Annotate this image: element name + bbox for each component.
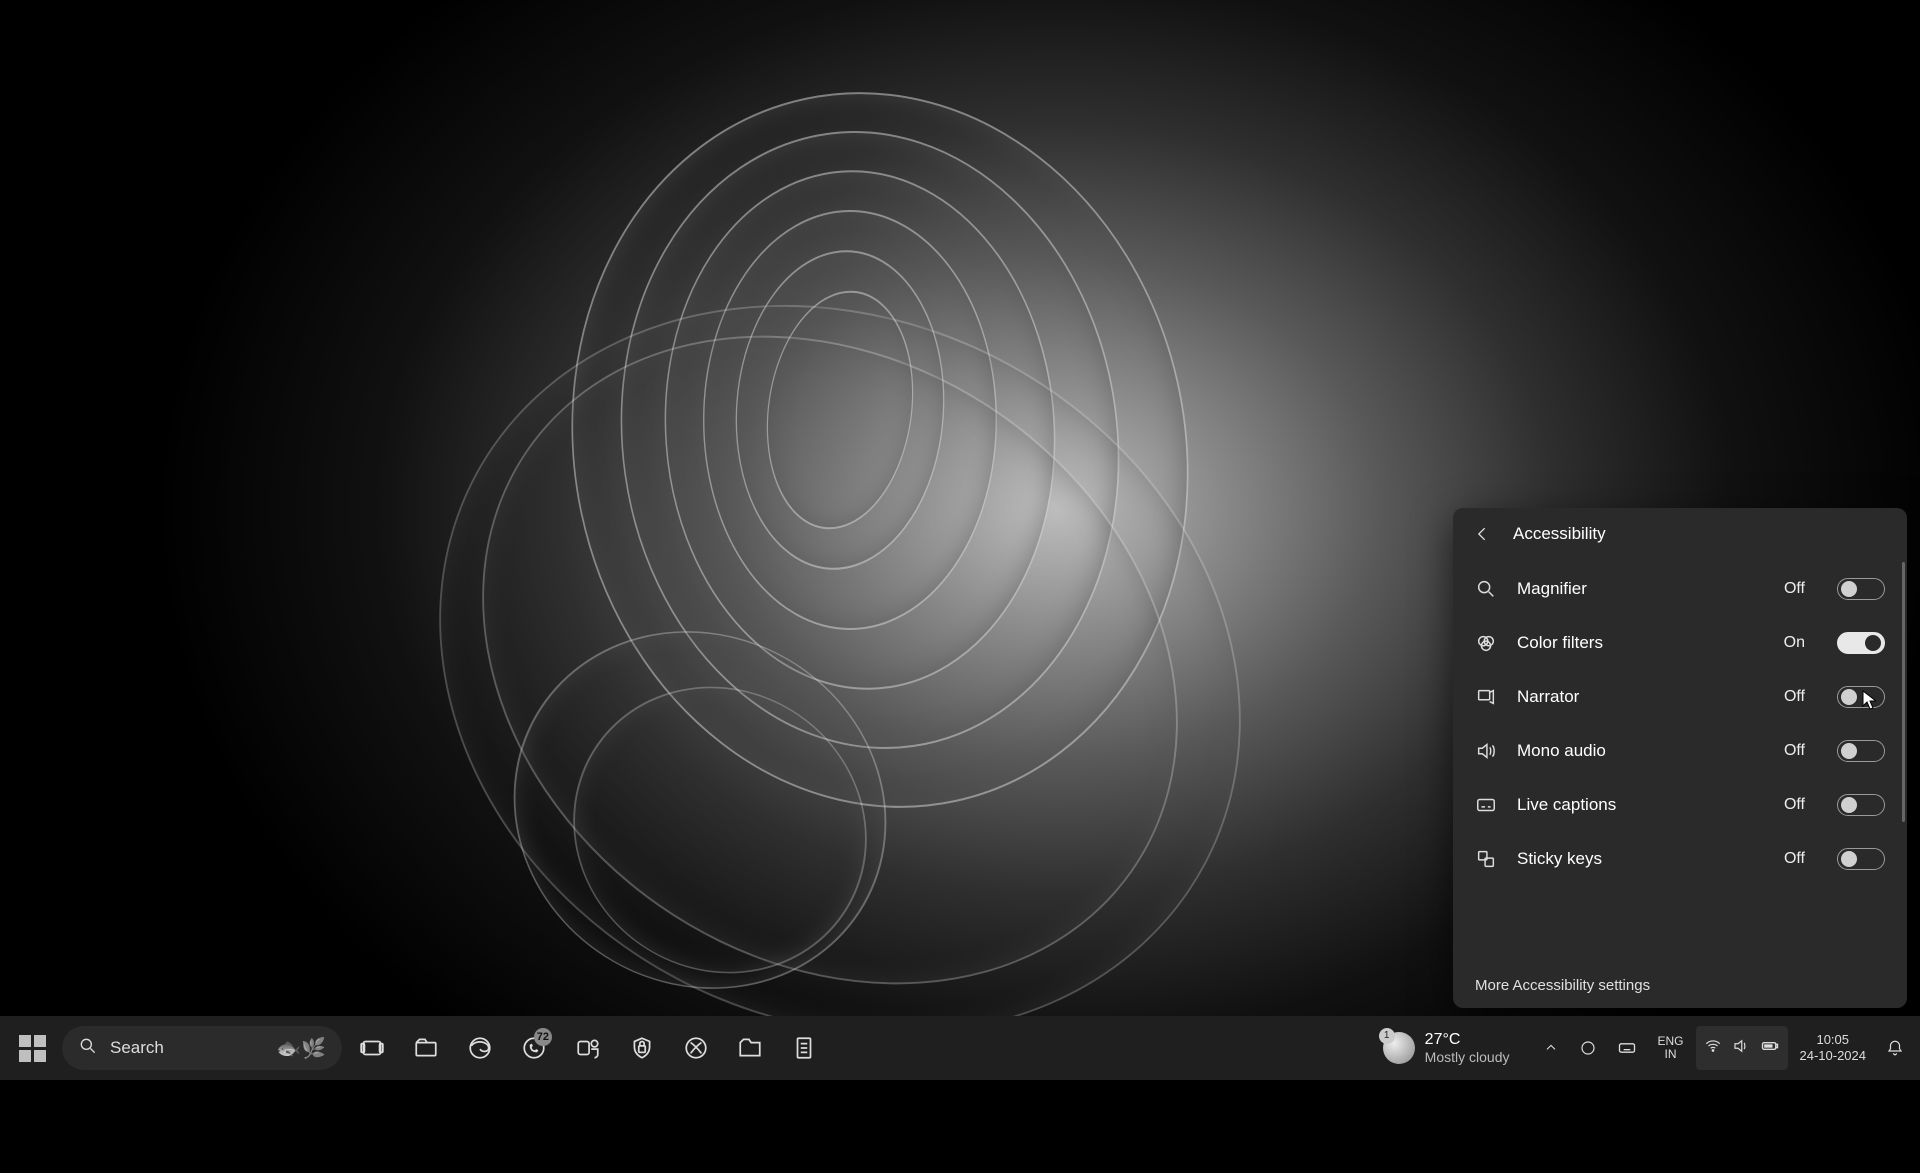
- pinned-app-explorer[interactable]: [402, 1024, 450, 1072]
- weather-icon: 1: [1383, 1032, 1415, 1064]
- row-label: Narrator: [1517, 687, 1764, 707]
- lang-bottom: IN: [1664, 1048, 1676, 1061]
- windows-logo-icon: [19, 1035, 46, 1062]
- toggle-magnifier[interactable]: [1837, 578, 1885, 600]
- row-sticky-keys: Sticky keys Off: [1453, 832, 1907, 886]
- row-state: Off: [1784, 850, 1805, 868]
- flyout-scrollbar[interactable]: [1902, 562, 1905, 822]
- weather-widget[interactable]: 1 27°C Mostly cloudy: [1369, 1031, 1524, 1065]
- task-view-button[interactable]: [348, 1024, 396, 1072]
- tray-app-icon[interactable]: [1571, 1026, 1605, 1070]
- weather-badge: 1: [1379, 1028, 1395, 1044]
- search-decoration-icon: 🐟🌿: [276, 1036, 326, 1061]
- magnifier-icon: [1475, 578, 1497, 600]
- more-accessibility-link[interactable]: More Accessibility settings: [1475, 977, 1650, 994]
- row-label: Mono audio: [1517, 741, 1764, 761]
- monoaudio-icon: [1475, 740, 1497, 762]
- row-label: Magnifier: [1517, 579, 1764, 599]
- volume-icon: [1732, 1037, 1750, 1060]
- battery-icon: [1760, 1036, 1780, 1061]
- row-label: Live captions: [1517, 795, 1764, 815]
- pinned-app-xbox[interactable]: [672, 1024, 720, 1072]
- row-color-filters: Color filters On: [1453, 616, 1907, 670]
- colorfilter-icon: [1475, 632, 1497, 654]
- toggle-color-filters[interactable]: [1837, 632, 1885, 654]
- row-state: Off: [1784, 796, 1805, 814]
- accessibility-flyout: Accessibility Magnifier Off Color filter…: [1453, 508, 1907, 1008]
- tray-overflow-button[interactable]: [1535, 1026, 1567, 1070]
- tray-keyboard-icon[interactable]: [1609, 1026, 1645, 1070]
- search-placeholder: Search: [110, 1038, 164, 1058]
- clock-date: 24-10-2024: [1800, 1048, 1867, 1064]
- pinned-app-security[interactable]: [618, 1024, 666, 1072]
- back-button[interactable]: [1471, 522, 1495, 546]
- row-state: On: [1784, 634, 1805, 652]
- row-state: Off: [1784, 742, 1805, 760]
- flyout-title: Accessibility: [1513, 524, 1606, 544]
- row-state: Off: [1784, 688, 1805, 706]
- row-magnifier: Magnifier Off: [1453, 562, 1907, 616]
- pinned-app-files[interactable]: [726, 1024, 774, 1072]
- toggle-live-captions[interactable]: [1837, 794, 1885, 816]
- toggle-mono-audio[interactable]: [1837, 740, 1885, 762]
- row-live-captions: Live captions Off: [1453, 778, 1907, 832]
- row-state: Off: [1784, 580, 1805, 598]
- pinned-app-whatsapp[interactable]: 72: [510, 1024, 558, 1072]
- toggle-sticky-keys[interactable]: [1837, 848, 1885, 870]
- captions-icon: [1475, 794, 1497, 816]
- row-narrator: Narrator Off: [1453, 670, 1907, 724]
- search-icon: [78, 1036, 98, 1061]
- language-indicator[interactable]: ENG IN: [1649, 1026, 1691, 1070]
- pinned-app-teams[interactable]: [564, 1024, 612, 1072]
- stickykeys-icon: [1475, 848, 1497, 870]
- taskbar-search[interactable]: Search 🐟🌿: [62, 1026, 342, 1070]
- clock-time: 10:05: [1816, 1032, 1849, 1048]
- mouse-cursor: [1862, 690, 1876, 710]
- network-sound-battery-button[interactable]: [1696, 1026, 1788, 1070]
- row-mono-audio: Mono audio Off: [1453, 724, 1907, 778]
- notifications-button[interactable]: [1878, 1026, 1912, 1070]
- start-button[interactable]: [8, 1024, 56, 1072]
- whatsapp-badge: 72: [534, 1028, 552, 1046]
- weather-temp: 27°C: [1425, 1031, 1510, 1049]
- row-label: Sticky keys: [1517, 849, 1764, 869]
- narrator-icon: [1475, 686, 1497, 708]
- weather-desc: Mostly cloudy: [1425, 1049, 1510, 1065]
- row-label: Color filters: [1517, 633, 1764, 653]
- clock-button[interactable]: 10:05 24-10-2024: [1792, 1026, 1875, 1070]
- taskbar: Search 🐟🌿 72 1 27°C Mostly cloudy: [0, 1016, 1920, 1080]
- pinned-app-notepad[interactable]: [780, 1024, 828, 1072]
- pinned-app-edge[interactable]: [456, 1024, 504, 1072]
- toggle-narrator[interactable]: [1837, 686, 1885, 708]
- wifi-icon: [1704, 1037, 1722, 1060]
